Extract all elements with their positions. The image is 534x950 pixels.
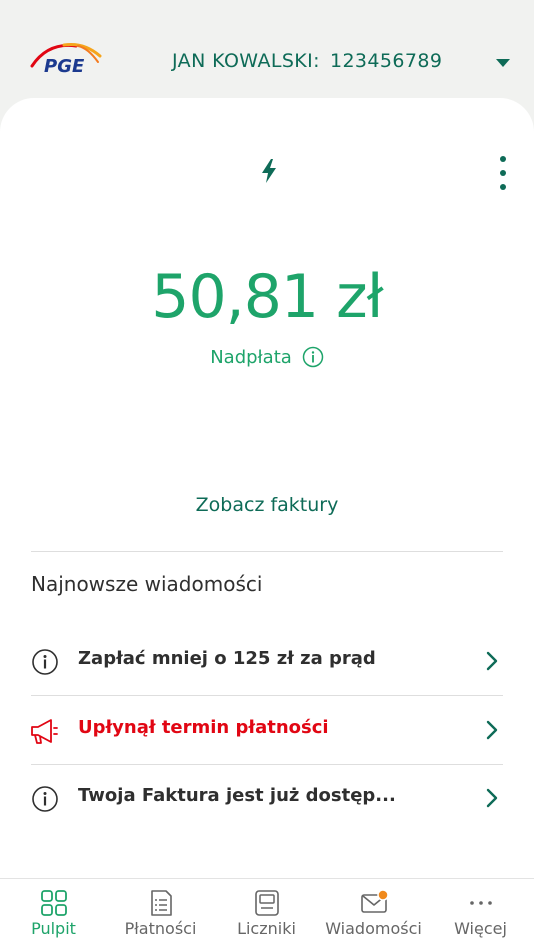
caret-down-icon[interactable] bbox=[494, 57, 512, 69]
nav-item-payments[interactable]: Płatności bbox=[107, 879, 214, 950]
nav-item-messages[interactable]: Wiadomości bbox=[320, 879, 427, 950]
nav-label: Wiadomości bbox=[325, 919, 422, 938]
account-number: 123456789 bbox=[329, 50, 443, 72]
nav-item-meters[interactable]: Liczniki bbox=[213, 879, 320, 950]
nav-label: Pulpit bbox=[31, 919, 76, 938]
nav-item-dashboard[interactable]: Pulpit bbox=[0, 879, 107, 950]
see-invoices-link[interactable]: Zobacz faktury bbox=[0, 494, 534, 516]
chevron-right-icon bbox=[486, 788, 498, 808]
news-item-text: Upłynął termin płatności bbox=[78, 717, 329, 738]
pge-logo: PGE bbox=[28, 40, 104, 84]
account-selector[interactable]: JAN KOWALSKI: 123456789 bbox=[172, 50, 442, 72]
news-item[interactable]: Zapłać mniej o 125 zł za prąd bbox=[31, 628, 503, 696]
meter-icon bbox=[255, 890, 279, 916]
news-section-title: Najnowsze wiadomości bbox=[31, 572, 263, 596]
balance-status: Nadpłata bbox=[0, 346, 534, 368]
notification-dot bbox=[377, 889, 388, 901]
kebab-menu-icon[interactable] bbox=[492, 154, 514, 194]
news-item[interactable]: Twoja Faktura jest już dostęp... bbox=[31, 765, 503, 833]
news-item-text: Twoja Faktura jest już dostęp... bbox=[78, 785, 396, 806]
logo-text: PGE bbox=[44, 56, 85, 77]
nav-item-more[interactable]: Więcej bbox=[427, 879, 534, 950]
bottom-navigation: Pulpit Płatności Liczniki Wiadomości Wię… bbox=[0, 878, 534, 950]
envelope-icon bbox=[361, 889, 388, 913]
info-icon bbox=[32, 649, 58, 675]
dashboard-icon bbox=[41, 890, 67, 916]
divider bbox=[31, 695, 503, 696]
header: PGE JAN KOWALSKI: 123456789 bbox=[0, 0, 534, 100]
nav-label: Więcej bbox=[454, 919, 507, 938]
lightning-bolt-icon bbox=[262, 159, 276, 183]
account-name: JAN KOWALSKI: bbox=[172, 50, 320, 72]
nav-label: Liczniki bbox=[237, 919, 296, 938]
chevron-right-icon bbox=[486, 651, 498, 671]
divider bbox=[31, 551, 503, 552]
info-icon[interactable] bbox=[302, 346, 324, 368]
document-list-icon bbox=[151, 890, 172, 916]
info-icon bbox=[32, 786, 58, 812]
screen: PGE JAN KOWALSKI: 123456789 50,81 zł Nadp… bbox=[0, 0, 534, 950]
more-dots-icon bbox=[470, 901, 492, 905]
balance-amount: 50,81 zł bbox=[151, 262, 383, 332]
balance-status-label: Nadpłata bbox=[210, 346, 292, 368]
nav-label: Płatności bbox=[124, 919, 197, 938]
megaphone-icon bbox=[31, 719, 58, 744]
news-item-text: Zapłać mniej o 125 zł za prąd bbox=[78, 648, 376, 669]
news-item[interactable]: Upłynął termin płatności bbox=[31, 697, 503, 765]
chevron-right-icon bbox=[486, 720, 498, 740]
